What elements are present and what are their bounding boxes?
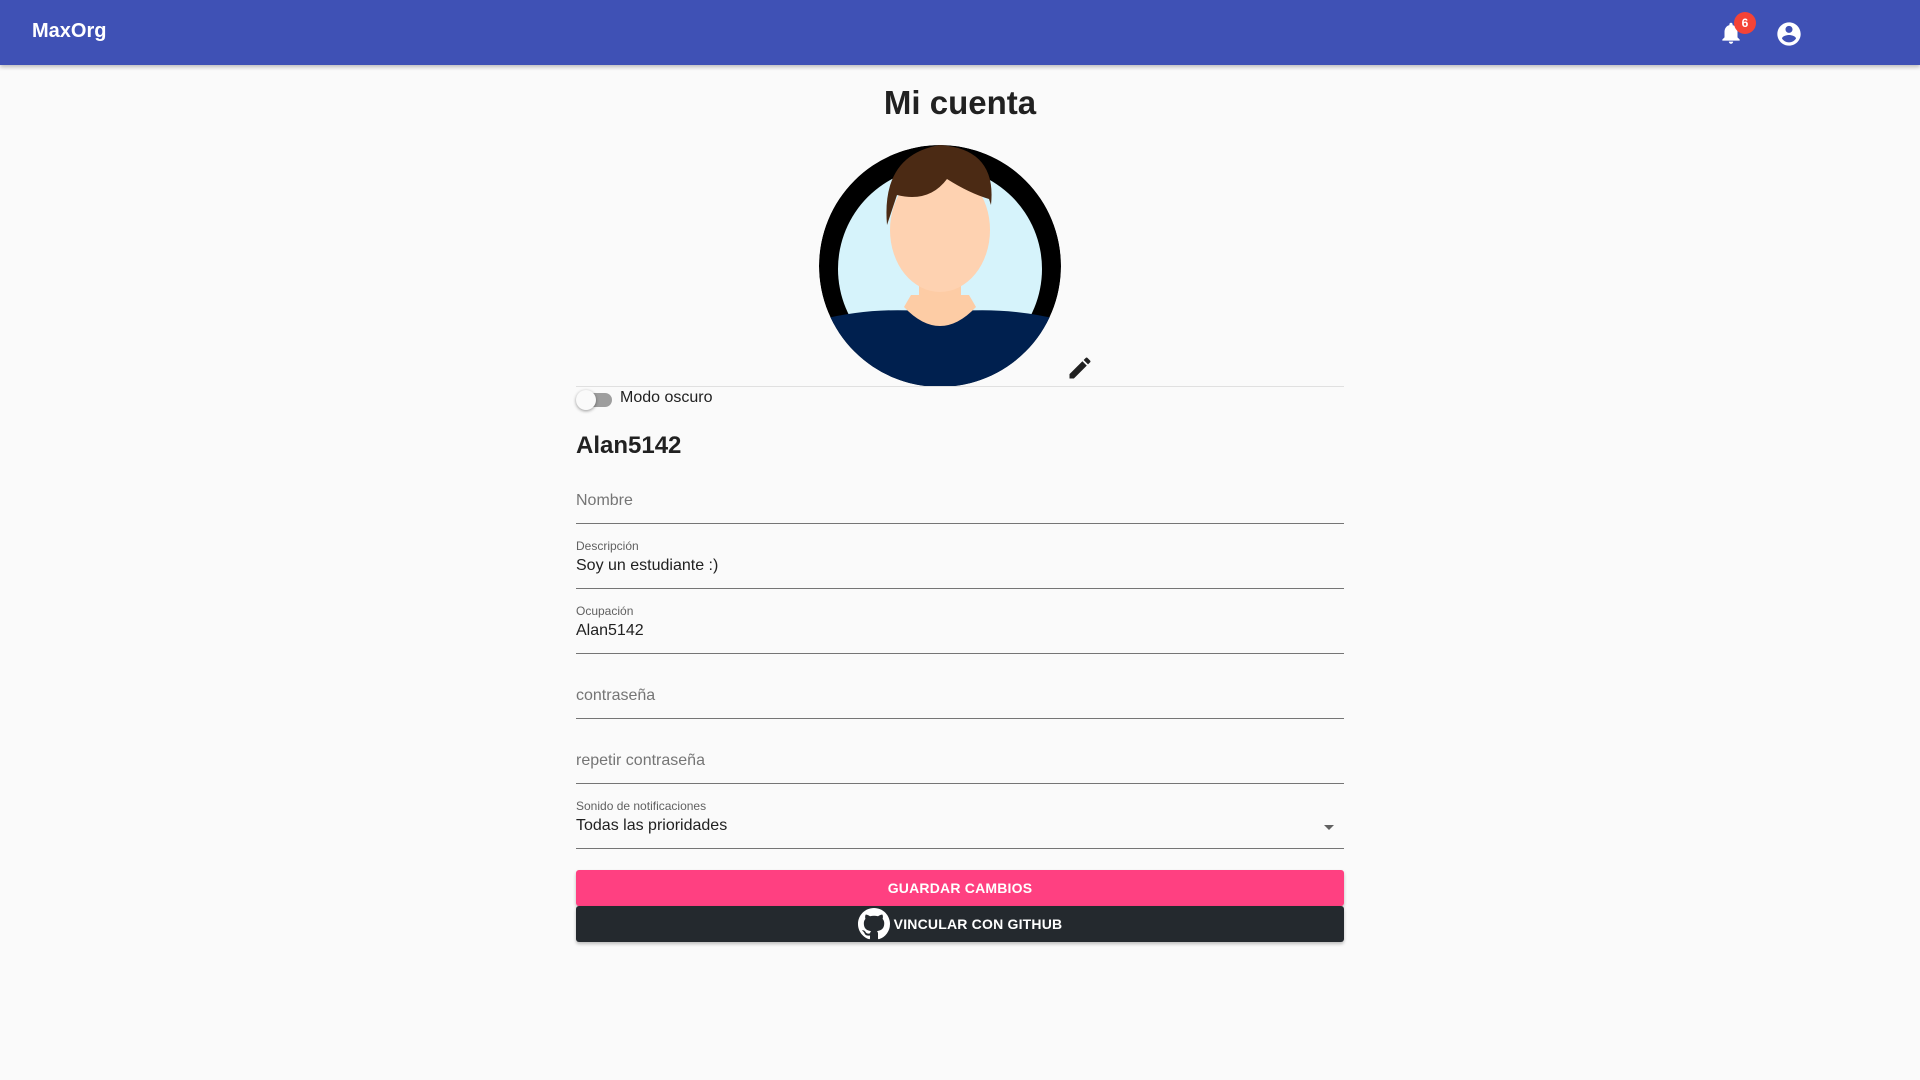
ocupacion-field[interactable]: Ocupación Alan5142 — [576, 604, 1344, 654]
ocupacion-label: Ocupación — [576, 604, 634, 618]
descripcion-value[interactable]: Soy un estudiante :) — [576, 557, 1316, 575]
ocupacion-value[interactable]: Alan5142 — [576, 622, 1316, 640]
descripcion-label: Descripción — [576, 539, 639, 553]
brand-title[interactable]: MaxOrg — [32, 20, 106, 43]
toggle-thumb — [576, 390, 596, 410]
username-heading: Alan5142 — [576, 432, 682, 459]
page-title: Mi cuenta — [883, 84, 1037, 121]
password-repeat-field[interactable]: repetir contraseña — [576, 734, 1344, 784]
password-placeholder: contraseña — [576, 687, 656, 704]
notification-sound-select[interactable]: Sonido de notificaciones Todas las prior… — [576, 799, 1344, 849]
notification-sound-label: Sonido de notificaciones — [576, 799, 707, 813]
github-icon — [857, 908, 890, 940]
descripcion-field[interactable]: Descripción Soy un estudiante :) — [576, 539, 1344, 589]
nombre-placeholder: Nombre — [576, 492, 633, 509]
edit-avatar-pencil-icon[interactable] — [1066, 354, 1094, 382]
dark-mode-toggle[interactable] — [576, 388, 616, 412]
save-changes-button[interactable]: GUARDAR CAMBIOS — [576, 870, 1344, 906]
link-github-button[interactable]: VINCULAR CON GITHUB — [576, 906, 1344, 942]
section-divider — [576, 386, 1344, 387]
notification-sound-value: Todas las prioridades — [576, 817, 728, 834]
dropdown-arrow-icon — [1324, 825, 1334, 830]
save-changes-label: GUARDAR CAMBIOS — [887, 880, 1033, 896]
dark-mode-label: Modo oscuro — [620, 389, 713, 406]
password-field[interactable]: contraseña — [576, 669, 1344, 719]
link-github-label: VINCULAR CON GITHUB — [893, 916, 1063, 932]
nombre-field[interactable]: Nombre — [576, 474, 1344, 524]
password-repeat-placeholder: repetir contraseña — [576, 752, 705, 769]
app-bar: MaxOrg 6 — [0, 0, 1920, 65]
account-circle-icon[interactable] — [1775, 20, 1803, 48]
notifications-badge: 6 — [1734, 12, 1756, 34]
profile-avatar — [819, 145, 1061, 387]
